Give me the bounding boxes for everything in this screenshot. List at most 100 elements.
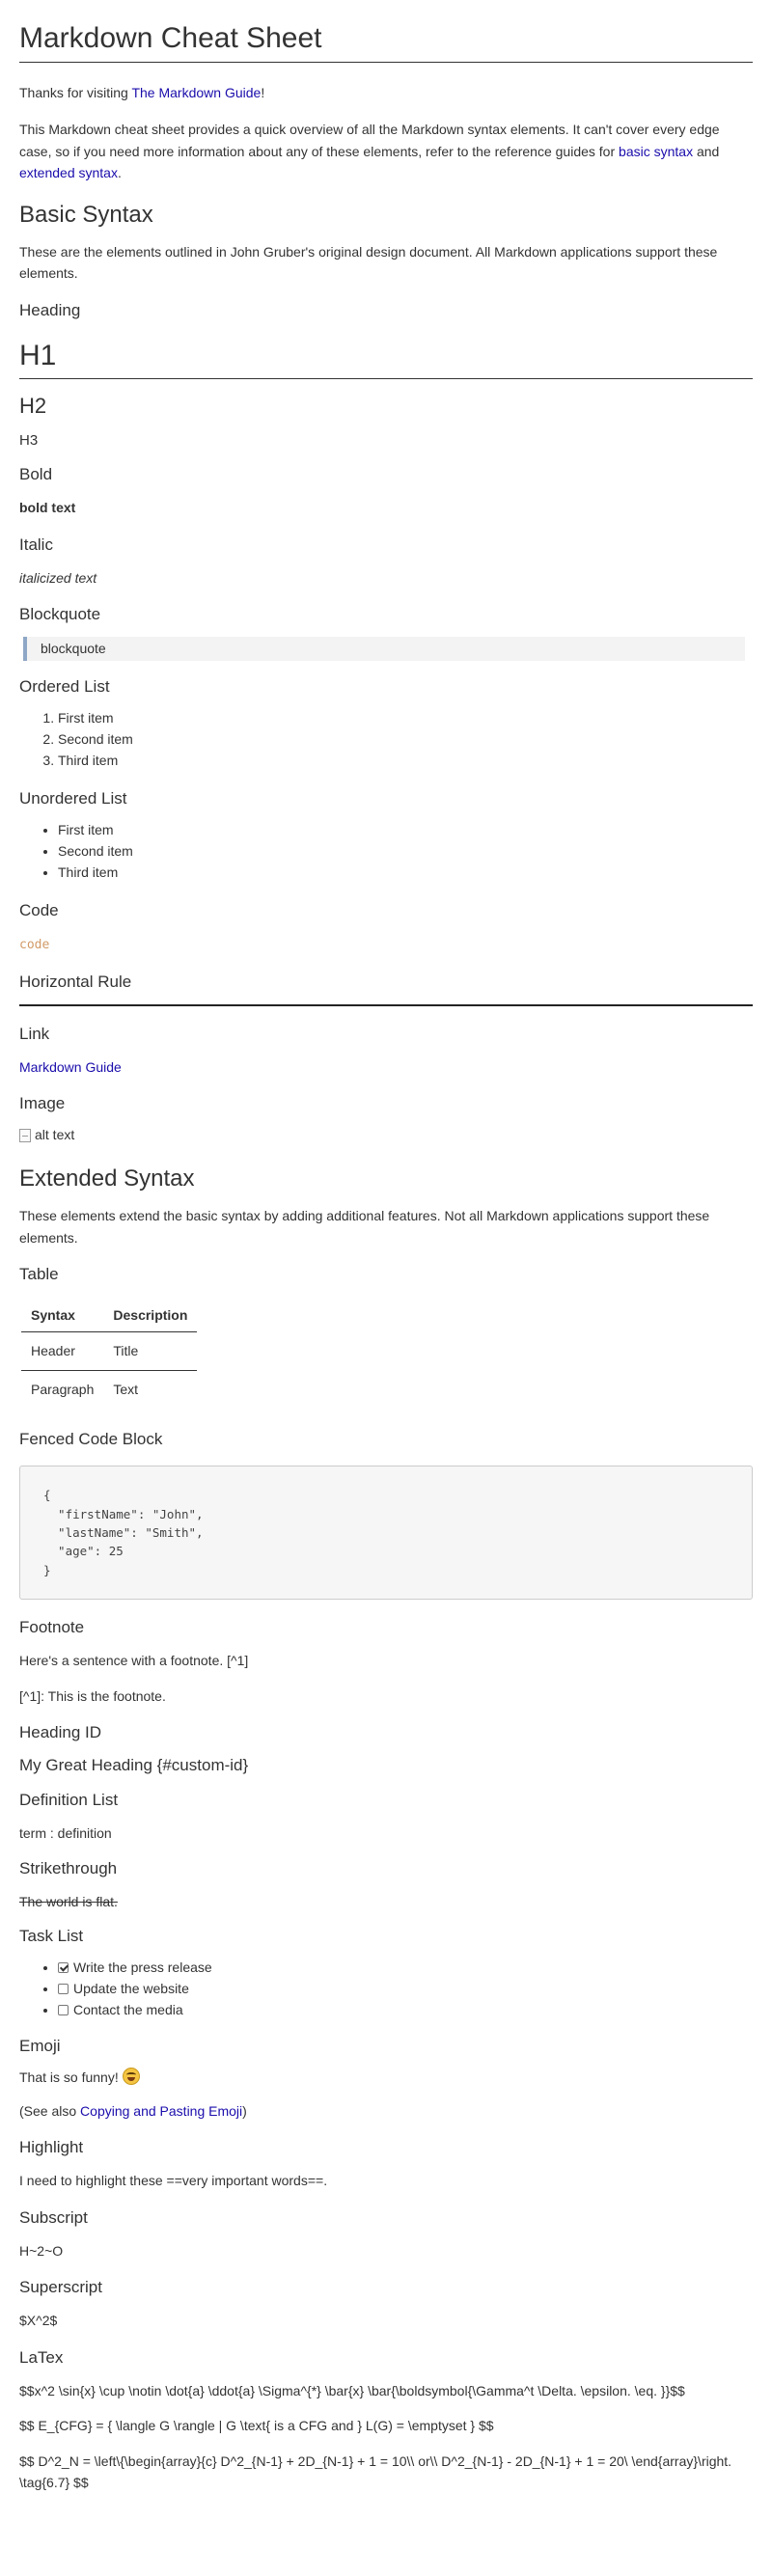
italic-example: italicized text	[19, 569, 97, 586]
subscript-example: H~2~O	[19, 2242, 64, 2259]
task-list-section-label: Task List	[19, 1927, 84, 1946]
latex-line: $$ E_{CFG} = { \langle G \rangle | G \te…	[19, 2418, 494, 2434]
table-row: Paragraph Text	[21, 1370, 197, 1408]
h3-example: H3	[19, 432, 39, 450]
list-item: Second item	[58, 728, 753, 750]
ordered-list-section-label: Ordered List	[19, 676, 110, 696]
intro-and: and	[693, 143, 720, 159]
fenced-code-block: { "firstName": "John", "lastName": "Smit…	[19, 1466, 753, 1601]
task-label: Contact the media	[73, 2002, 183, 2018]
horizontal-rule	[19, 1003, 753, 1006]
intro-suffix: .	[117, 165, 122, 181]
bold-example: bold text	[19, 500, 76, 516]
task-label: Update the website	[73, 1981, 189, 1997]
list-item: First item	[58, 819, 753, 840]
table-header-cell: Description	[103, 1299, 198, 1333]
see-also-suffix: )	[242, 2102, 247, 2119]
image-example: alt text	[19, 1124, 753, 1148]
task-item: Contact the media	[58, 1999, 753, 2020]
unordered-list-section-label: Unordered List	[19, 788, 127, 808]
link-section-label: Link	[19, 1024, 50, 1043]
image-alt-text: alt text	[35, 1127, 75, 1143]
link-example-paragraph: Markdown Guide	[19, 1056, 753, 1078]
intro-paragraph: This Markdown cheat sheet provides a qui…	[19, 119, 753, 183]
extended-syntax-link[interactable]: extended syntax	[19, 165, 118, 180]
highlight-section-label: Highlight	[19, 2138, 84, 2157]
superscript-section-label: Superscript	[19, 2278, 102, 2297]
image-section-label: Image	[19, 1094, 66, 1113]
list-item: Third item	[58, 750, 753, 771]
blockquote-section-label: Blockquote	[19, 605, 101, 624]
syntax-table: Syntax Description Header Title Paragrap…	[21, 1299, 198, 1408]
markdown-guide-link[interactable]: The Markdown Guide	[131, 85, 261, 100]
latex-line: $$ D^2_N = \left\{\begin{array}{c} D^2_{…	[19, 2453, 732, 2490]
superscript-example: $X^2$	[19, 2313, 58, 2329]
extended-syntax-desc: These elements extend the basic syntax b…	[19, 1208, 710, 1246]
table-cell: Text	[113, 1381, 139, 1397]
latex-line: $$x^2 \sin{x} \cup \notin \dot{a} \ddot{…	[19, 2382, 685, 2398]
highlight-example: I need to highlight these ==very importa…	[19, 2173, 328, 2189]
h1-example: H1	[19, 337, 753, 379]
table-cell: Title	[103, 1331, 198, 1371]
thanks-prefix: Thanks for visiting	[19, 85, 132, 100]
footnote-section-label: Footnote	[19, 1618, 85, 1637]
emoji-see-also: (See also Copying and Pasting Emoji)	[19, 2100, 753, 2122]
page-title: Markdown Cheat Sheet	[19, 19, 753, 63]
list-item: Third item	[58, 862, 753, 883]
task-label: Write the press release	[73, 1959, 212, 1976]
blockquote-text: blockquote	[41, 641, 106, 657]
emoji-section-label: Emoji	[19, 2037, 61, 2056]
basic-syntax-desc: These are the elements outlined in John …	[19, 243, 718, 282]
emoji-text: That is so funny!	[19, 2069, 119, 2086]
hr-section-label: Horizontal Rule	[19, 972, 132, 991]
task-checkbox[interactable]	[58, 1984, 69, 1995]
bold-section-label: Bold	[19, 465, 53, 484]
task-checkbox[interactable]	[58, 1962, 69, 1974]
thanks-suffix: !	[261, 85, 265, 100]
table-section-label: Table	[19, 1264, 59, 1283]
broken-image: alt text	[19, 1124, 74, 1145]
laughing-emoji-icon	[122, 2068, 140, 2086]
blockquote-example: blockquote	[23, 637, 745, 661]
fenced-code-section-label: Fenced Code Block	[19, 1430, 163, 1449]
unordered-list: First item Second item Third item	[19, 819, 753, 883]
table-row: Header Title	[21, 1331, 198, 1371]
footnote-definition: [^1]: This is the footnote.	[19, 1687, 166, 1704]
ordered-list: First item Second item Third item	[19, 707, 753, 771]
markdown-guide-example-link[interactable]: Markdown Guide	[19, 1059, 122, 1075]
table-cell: Paragraph	[31, 1381, 95, 1397]
markdown-document: Markdown Cheat Sheet Thanks for visiting…	[0, 0, 772, 2493]
code-example-paragraph: code	[19, 933, 753, 956]
basic-syntax-link[interactable]: basic syntax	[619, 144, 693, 159]
extended-syntax-heading: Extended Syntax	[19, 1165, 195, 1192]
heading-id-example: My Great Heading {#custom-id}	[19, 1756, 249, 1775]
intro-text: This Markdown cheat sheet provides a qui…	[19, 122, 720, 159]
latex-section-label: LaTex	[19, 2347, 64, 2367]
thanks-paragraph: Thanks for visiting The Markdown Guide!	[19, 82, 753, 103]
emoji-example: That is so funny!	[19, 2067, 753, 2088]
task-checkbox[interactable]	[58, 2005, 69, 2016]
task-item: Write the press release	[58, 1957, 753, 1978]
heading-section-label: Heading	[19, 300, 81, 319]
basic-syntax-heading: Basic Syntax	[19, 201, 153, 228]
definition-list-example: term : definition	[19, 1825, 112, 1842]
table-cell: Header	[21, 1331, 104, 1371]
task-list: Write the press release Update the websi…	[19, 1957, 753, 2020]
inline-code: code	[19, 937, 50, 952]
strikethrough-section-label: Strikethrough	[19, 1858, 118, 1877]
italic-section-label: Italic	[19, 534, 53, 554]
see-also-prefix: (See also	[19, 2102, 81, 2119]
heading-id-section-label: Heading ID	[19, 1723, 102, 1742]
definition-list-section-label: Definition List	[19, 1791, 119, 1810]
list-item: Second item	[58, 840, 753, 862]
footnote-sentence: Here's a sentence with a footnote. [^1]	[19, 1653, 249, 1669]
table-header-row: Syntax Description	[21, 1299, 198, 1333]
code-section-label: Code	[19, 900, 59, 919]
table-header-cell: Syntax	[21, 1299, 104, 1333]
h2-example: H2	[19, 393, 47, 418]
broken-image-icon	[19, 1128, 31, 1142]
subscript-section-label: Subscript	[19, 2207, 88, 2227]
strikethrough-example: The world is flat.	[19, 1893, 118, 1909]
task-item: Update the website	[58, 1978, 753, 1999]
copying-emoji-link[interactable]: Copying and Pasting Emoji	[80, 2103, 242, 2119]
